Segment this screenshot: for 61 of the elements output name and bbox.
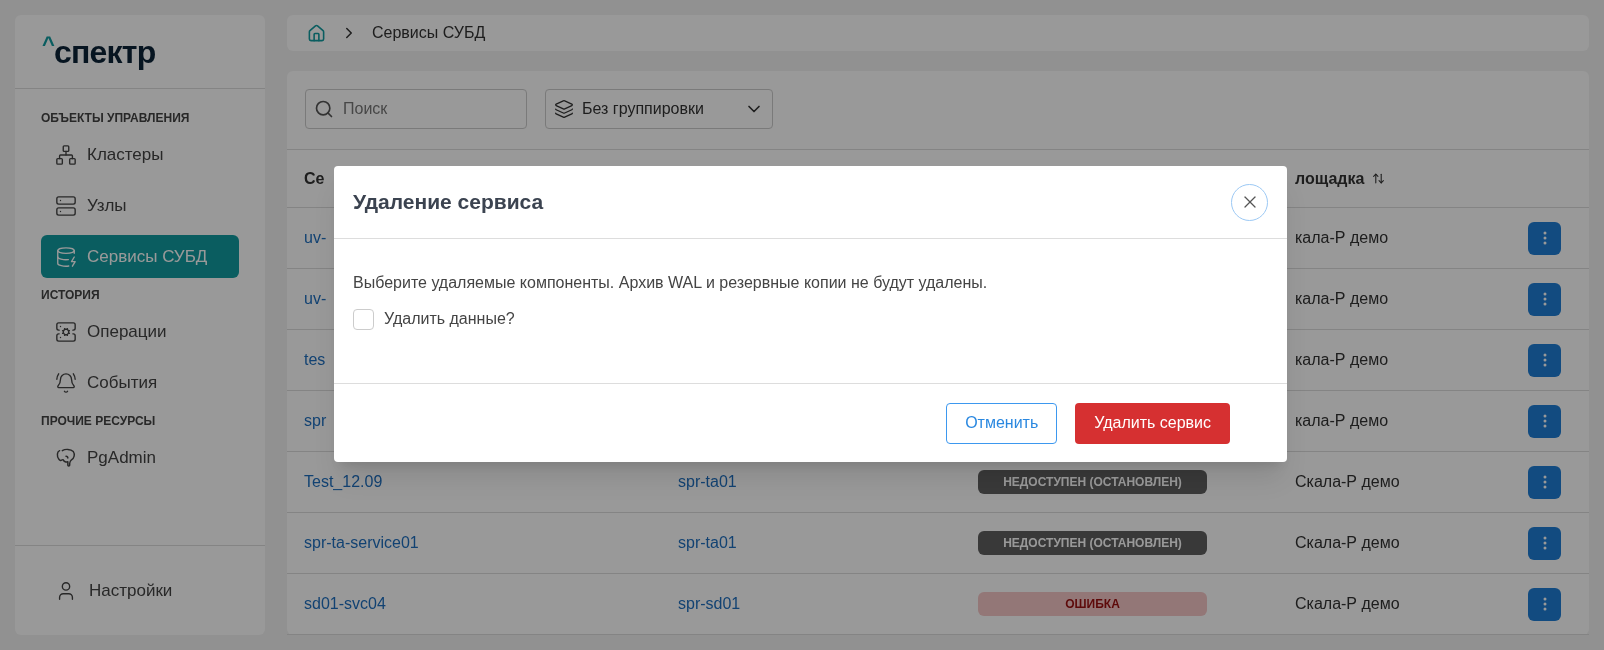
breadcrumb-current: Сервисы СУБД xyxy=(372,23,486,43)
more-icon xyxy=(1542,292,1547,306)
more-icon xyxy=(1542,597,1547,611)
nav-item[interactable]: PgAdmin xyxy=(41,436,239,479)
status-badge: НЕДОСТУПЕН (ОСТАНОВЛЕН) xyxy=(978,531,1207,555)
layers-icon xyxy=(554,99,574,119)
more-button[interactable] xyxy=(1528,526,1561,560)
dialog-message: Выберите удаляемые компоненты. Архив WAL и резервные копии не будут удалены. xyxy=(353,273,989,293)
site-cell: Скала-Р демо xyxy=(1295,534,1400,551)
nav-item[interactable]: События xyxy=(41,361,239,404)
more-icon xyxy=(1542,353,1547,367)
logo: ^спектр xyxy=(42,30,156,72)
more-button[interactable] xyxy=(1528,465,1561,499)
cluster-icon xyxy=(55,143,77,166)
service-link[interactable]: sd01-svc04 xyxy=(287,592,678,616)
host-link[interactable]: spr-ta01 xyxy=(678,473,737,490)
more-icon xyxy=(1542,475,1547,489)
more-button[interactable] xyxy=(1528,587,1561,621)
status-badge: ОШИБКА xyxy=(978,592,1207,616)
more-icon xyxy=(1542,536,1547,550)
search-field[interactable]: Поиск xyxy=(305,89,527,129)
site-cell: Скала-Р демо xyxy=(1295,473,1400,490)
grouping-dropdown[interactable]: Без группировки xyxy=(545,89,773,129)
host-link[interactable]: spr-sd01 xyxy=(678,595,741,612)
site-cell: кала-Р демо xyxy=(1295,351,1389,368)
bell-icon xyxy=(55,371,77,394)
host-link[interactable]: spr-ta01 xyxy=(678,534,737,551)
site-cell: кала-Р демо xyxy=(1295,412,1389,429)
nav-item[interactable]: Кластеры xyxy=(41,133,239,176)
service-link[interactable]: spr-ta-service01 xyxy=(287,531,678,555)
dialog-title: Удаление сервиса xyxy=(353,189,544,216)
more-button[interactable] xyxy=(1528,343,1561,377)
nav-item[interactable]: Узлы xyxy=(41,184,239,227)
site-cell: Скала-Р демо xyxy=(1295,595,1400,612)
checkbox-label: Удалить данные? xyxy=(384,309,515,329)
nav-item[interactable]: Операции xyxy=(41,310,239,353)
more-icon xyxy=(1542,414,1547,428)
nav-item[interactable]: Сервисы СУБД xyxy=(41,235,239,278)
sort-icon xyxy=(1372,172,1386,185)
home-icon[interactable] xyxy=(307,23,326,43)
search-icon xyxy=(314,99,334,119)
site-cell: кала-Р демо xyxy=(1295,290,1389,307)
column-header: Се xyxy=(303,168,326,189)
more-button[interactable] xyxy=(1528,404,1561,438)
column-header[interactable]: лощадка xyxy=(1295,166,1386,191)
database-icon xyxy=(55,245,77,268)
cancel-button[interactable]: Отменить xyxy=(946,402,1058,444)
status-badge: НЕДОСТУПЕН (ОСТАНОВЛЕН) xyxy=(978,470,1207,494)
section-title: ПРОЧИЕ РЕСУРСЫ xyxy=(41,413,157,430)
site-cell: кала-Р демо xyxy=(1295,229,1389,246)
more-icon xyxy=(1542,231,1547,245)
more-button[interactable] xyxy=(1528,221,1561,255)
checkbox[interactable] xyxy=(353,308,374,330)
section-title: ИСТОРИЯ xyxy=(41,287,101,304)
delete-button[interactable]: Удалить сервис xyxy=(1075,402,1230,444)
section-title: ОБЪЕКТЫ УПРАВЛЕНИЯ xyxy=(41,110,191,127)
server-icon xyxy=(55,320,77,343)
server-icon xyxy=(55,194,77,217)
service-link[interactable]: Test_12.09 xyxy=(287,470,678,494)
more-button[interactable] xyxy=(1528,282,1561,316)
settings-item[interactable]: Настройки xyxy=(55,577,173,604)
